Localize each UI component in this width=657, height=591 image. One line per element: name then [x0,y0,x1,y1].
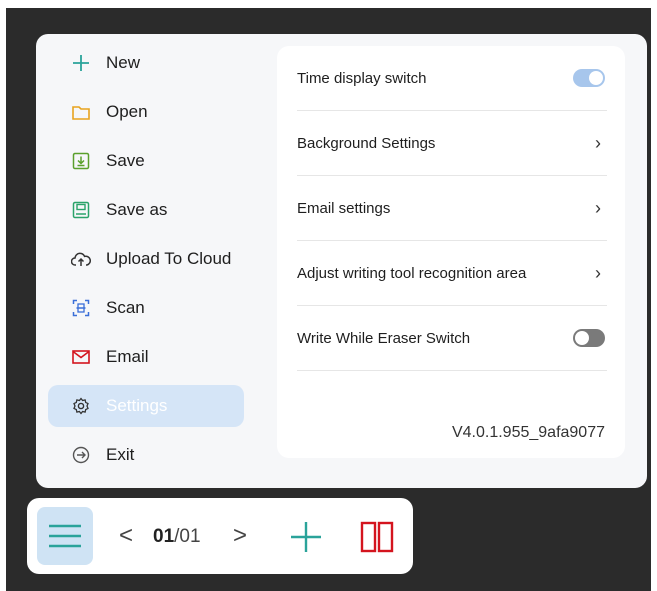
email-settings-row[interactable]: Email settings › [297,176,607,241]
save-as-icon [70,199,92,221]
menu-item-label: Upload To Cloud [106,249,232,268]
menu-item-save[interactable]: Save [48,140,244,182]
menu-item-label: Save [106,151,145,170]
save-icon [70,150,92,172]
menu-item-label: New [106,53,141,72]
background-settings-row[interactable]: Background Settings › [297,111,607,176]
menu-item-email[interactable]: Email [48,336,244,378]
menu-button[interactable] [37,507,93,565]
toggle-knob [589,71,603,85]
menu-item-scan[interactable]: Scan [48,287,244,329]
chevron-right-icon: › [595,197,601,218]
chevron-right-icon: › [595,132,601,153]
page-indicator: 01/01 [153,526,201,548]
scan-icon [70,297,92,319]
gear-icon [70,395,92,417]
write-eraser-toggle[interactable] [573,329,605,347]
email-icon [70,346,92,368]
cloud-upload-icon [70,248,92,270]
setting-label: Write While Eraser Switch [297,329,471,347]
menu-item-label: Exit [106,445,135,464]
menu-item-open[interactable]: Open [48,91,244,133]
toggle-knob [575,331,589,345]
menu-item-exit[interactable]: Exit [48,434,244,476]
write-eraser-setting[interactable]: Write While Eraser Switch [297,306,607,371]
current-page: 01 [153,526,175,547]
menu-item-label: Save as [106,200,168,219]
add-page-button[interactable] [289,520,323,554]
bottom-toolbar: < 01/01 > [27,498,413,574]
time-display-toggle[interactable] [573,69,605,87]
recognition-area-row[interactable]: Adjust writing tool recognition area › [297,241,607,306]
menu-item-label: Scan [106,298,145,317]
time-display-setting[interactable]: Time display switch [297,46,607,111]
chevron-right-icon: › [595,262,601,283]
exit-icon [70,444,92,466]
plus-icon [291,522,321,552]
hamburger-icon [49,524,81,548]
setting-label: Background Settings [297,134,436,152]
dual-screen-button[interactable] [360,520,394,554]
menu-item-label: Open [106,102,148,121]
settings-panel: Time display switch Background Settings … [277,46,625,458]
menu-item-label: Settings [106,396,168,415]
next-page-button[interactable]: > [233,520,247,552]
setting-label: Adjust writing tool recognition area [297,264,527,282]
main-menu-panel: New Open Save Save as Upload To Cloud Sc… [36,34,647,488]
menu-list: New Open Save Save as Upload To Cloud Sc… [48,42,244,483]
plus-icon [70,52,92,74]
menu-item-settings[interactable]: Settings [48,385,244,427]
menu-item-upload-to-cloud[interactable]: Upload To Cloud [48,238,244,280]
total-pages: 01 [179,526,201,547]
version-label: V4.0.1.955_9afa9077 [451,424,605,441]
menu-item-new[interactable]: New [48,42,244,84]
prev-page-button[interactable]: < [119,520,133,552]
setting-label: Email settings [297,199,391,217]
split-view-icon [360,521,394,553]
folder-icon [70,101,92,123]
menu-item-label: Email [106,347,149,366]
menu-item-save-as[interactable]: Save as [48,189,244,231]
setting-label: Time display switch [297,69,427,87]
